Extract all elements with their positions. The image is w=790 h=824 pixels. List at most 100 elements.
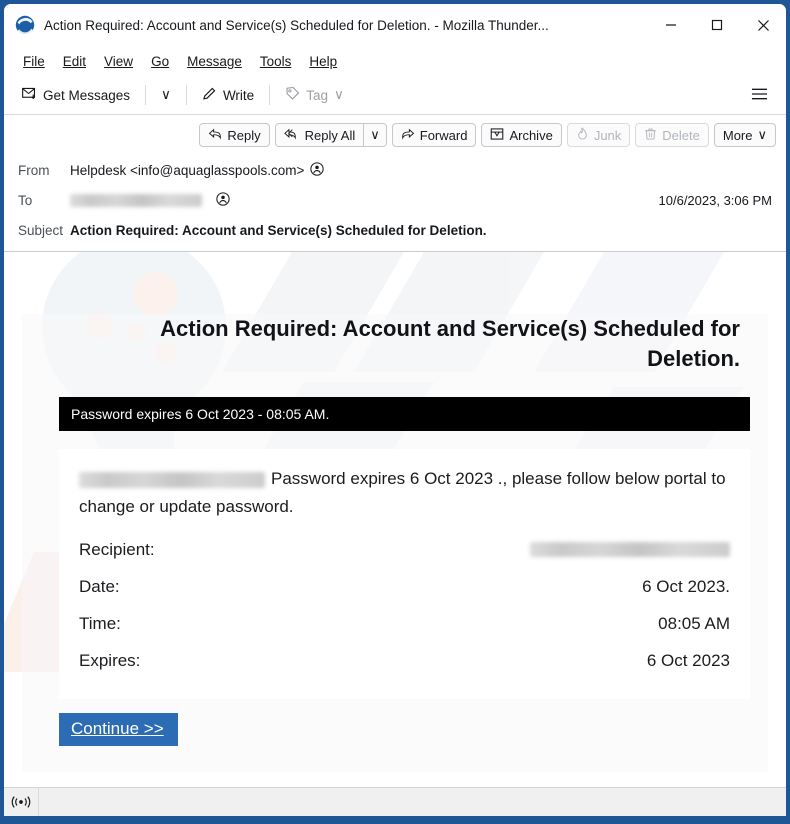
write-label: Write bbox=[222, 87, 255, 103]
reply-button[interactable]: Reply bbox=[199, 123, 270, 147]
archive-button[interactable]: Archive bbox=[481, 123, 562, 147]
toolbar-separator-3 bbox=[269, 85, 271, 105]
message-action-bar: Reply Reply All ∨ Forward Archive Junk D… bbox=[4, 115, 786, 155]
menu-item-edit-label: Edit bbox=[62, 53, 87, 69]
write-button[interactable]: Write bbox=[194, 82, 262, 108]
expires-label: Expires: bbox=[79, 651, 141, 671]
to-label: To bbox=[18, 192, 33, 208]
reply-all-button[interactable]: Reply All bbox=[274, 123, 365, 147]
email-intro-paragraph: Password expires 6 Oct 2023 ., please fo… bbox=[79, 465, 730, 519]
menu-item-edit[interactable]: Edit bbox=[54, 51, 95, 72]
get-messages-dropdown[interactable]: ∨ bbox=[153, 83, 179, 107]
detail-row-date: Date: 6 Oct 2023. bbox=[79, 573, 730, 600]
header-row-from: From Helpdesk <info@aquaglasspools.com> bbox=[4, 155, 786, 185]
menu-item-view[interactable]: View bbox=[95, 51, 142, 72]
tag-chevron-down-icon: ∨ bbox=[333, 87, 344, 102]
from-label: From bbox=[18, 162, 50, 178]
email-heading: Action Required: Account and Service(s) … bbox=[160, 316, 740, 371]
delete-label: Delete bbox=[662, 127, 700, 143]
from-address: Helpdesk <info@aquaglasspools.com> bbox=[70, 162, 305, 178]
header-row-subject: Subject Action Required: Account and Ser… bbox=[4, 215, 786, 245]
contact-avatar-icon[interactable] bbox=[216, 191, 230, 209]
window-controls bbox=[648, 4, 786, 46]
message-header: From Helpdesk <info@aquaglasspools.com> … bbox=[4, 155, 786, 251]
maximize-button[interactable] bbox=[694, 4, 740, 46]
status-divider bbox=[38, 788, 39, 816]
thunderbird-icon bbox=[14, 14, 36, 36]
chevron-down-icon: ∨ bbox=[757, 127, 767, 142]
reply-all-dropdown[interactable]: ∨ bbox=[364, 123, 387, 147]
to-value[interactable] bbox=[70, 191, 230, 209]
junk-flame-icon bbox=[576, 127, 589, 144]
detail-row-expires: Expires: 6 Oct 2023 bbox=[79, 647, 730, 674]
forward-button[interactable]: Forward bbox=[391, 123, 477, 147]
app-menu-button[interactable] bbox=[743, 83, 776, 108]
contact-avatar-icon[interactable] bbox=[310, 161, 325, 179]
time-label: Time: bbox=[79, 614, 121, 634]
email-details-panel: Password expires 6 Oct 2023 ., please fo… bbox=[59, 449, 750, 699]
password-expiry-banner: Password expires 6 Oct 2023 - 08:05 AM. bbox=[59, 397, 750, 432]
email-content-surface: Action Required: Account and Service(s) … bbox=[22, 314, 768, 772]
get-messages-button[interactable]: Get Messages bbox=[14, 82, 138, 108]
menu-item-help[interactable]: Help bbox=[300, 51, 346, 72]
tag-button[interactable]: Tag ∨ bbox=[277, 82, 352, 108]
reply-all-group: Reply All ∨ bbox=[274, 123, 387, 147]
reply-all-label: Reply All bbox=[304, 127, 356, 143]
menu-item-go[interactable]: Go bbox=[142, 51, 178, 72]
message-date: 10/6/2023, 3:06 PM bbox=[658, 192, 772, 208]
more-label: More bbox=[722, 127, 753, 143]
reply-label: Reply bbox=[227, 127, 261, 143]
toolbar-separator-2 bbox=[185, 85, 187, 105]
more-button[interactable]: More ∨ bbox=[713, 123, 776, 147]
menu-item-message[interactable]: Message bbox=[178, 51, 251, 72]
menu-item-file-label: File bbox=[23, 53, 45, 69]
broadcast-icon[interactable] bbox=[4, 795, 38, 809]
title-bar: Action Required: Account and Service(s) … bbox=[4, 4, 786, 46]
menu-item-help-label: Help bbox=[309, 53, 338, 69]
chevron-down-icon: ∨ bbox=[370, 127, 380, 142]
recipient-value-redacted bbox=[530, 541, 730, 557]
close-button[interactable] bbox=[740, 4, 786, 46]
junk-button[interactable]: Junk bbox=[566, 123, 631, 147]
junk-label: Junk bbox=[593, 127, 622, 143]
trash-icon bbox=[644, 127, 657, 144]
cta-container: Continue >> bbox=[59, 712, 750, 746]
menu-item-file[interactable]: File bbox=[14, 51, 54, 72]
menu-bar: File Edit View Go Message Tools Help bbox=[4, 46, 786, 76]
minimize-button[interactable] bbox=[648, 4, 694, 46]
toolbar-separator-1 bbox=[145, 85, 147, 105]
get-mail-icon bbox=[22, 86, 37, 104]
subject-value: Action Required: Account and Service(s) … bbox=[70, 222, 487, 238]
menu-item-go-label: Go bbox=[151, 53, 170, 69]
get-messages-label: Get Messages bbox=[43, 87, 131, 103]
tag-label: Tag bbox=[306, 87, 328, 103]
main-toolbar: Get Messages ∨ Write Tag ∨ bbox=[4, 76, 786, 115]
date-value: 6 Oct 2023. bbox=[642, 576, 730, 596]
window-title: Action Required: Account and Service(s) … bbox=[44, 17, 549, 33]
forward-label: Forward bbox=[419, 127, 468, 143]
intro-redacted-address bbox=[79, 471, 265, 488]
menu-item-view-label: View bbox=[104, 53, 134, 69]
chevron-down-icon: ∨ bbox=[161, 87, 171, 102]
thunderbird-window: Action Required: Account and Service(s) … bbox=[0, 0, 790, 824]
date-label: Date: bbox=[79, 576, 120, 596]
pencil-icon bbox=[202, 86, 217, 104]
menu-item-tools-label: Tools bbox=[259, 53, 292, 69]
to-address-redacted bbox=[70, 193, 202, 207]
archive-box-icon bbox=[490, 127, 504, 144]
recipient-label: Recipient: bbox=[79, 539, 155, 559]
archive-label: Archive bbox=[509, 127, 553, 143]
forward-arrow-icon bbox=[401, 128, 415, 143]
menu-item-tools[interactable]: Tools bbox=[251, 51, 301, 72]
from-value[interactable]: Helpdesk <info@aquaglasspools.com> bbox=[70, 161, 325, 179]
window-client-area: Action Required: Account and Service(s) … bbox=[4, 4, 786, 816]
continue-button[interactable]: Continue >> bbox=[59, 712, 178, 746]
detail-row-recipient: Recipient: bbox=[79, 536, 730, 563]
delete-button[interactable]: Delete bbox=[635, 123, 709, 147]
email-body: Action Required: Account and Service(s) … bbox=[4, 252, 786, 772]
header-row-to: To 10/6/2023, 3:06 PM bbox=[4, 185, 786, 215]
detail-row-time: Time: 08:05 AM bbox=[79, 610, 730, 637]
tag-icon bbox=[285, 86, 300, 104]
expires-value: 6 Oct 2023 bbox=[646, 651, 730, 671]
status-bar bbox=[4, 787, 786, 816]
